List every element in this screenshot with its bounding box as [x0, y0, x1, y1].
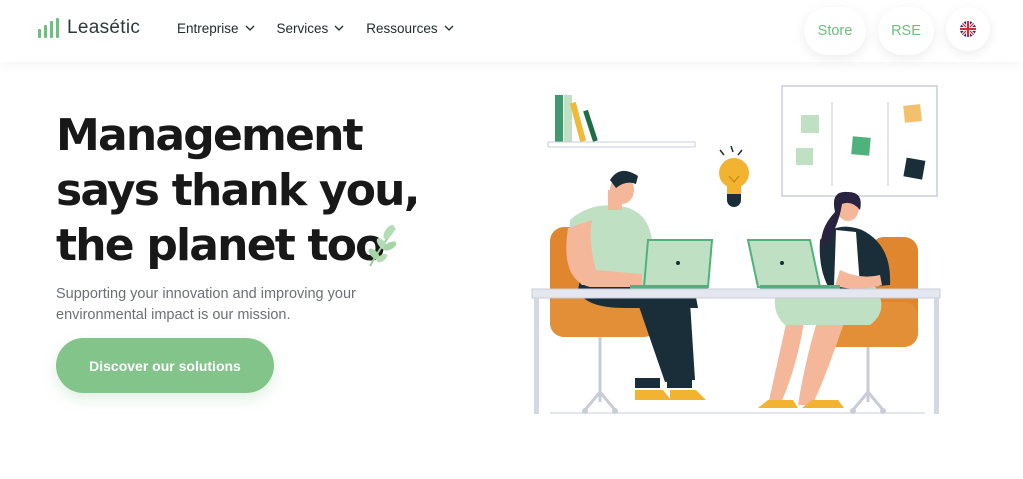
leaf-icon	[368, 225, 397, 267]
nav-item-label: Services	[276, 21, 329, 36]
nav-item-label: Ressources	[366, 21, 438, 36]
bookshelf-icon	[547, 95, 696, 148]
nav-item-label: Entreprise	[177, 21, 239, 36]
nav-item-entreprise[interactable]: Entreprise	[177, 21, 255, 36]
lightbulb-icon	[719, 145, 749, 207]
whiteboard-icon	[781, 85, 938, 197]
nav-item-services[interactable]: Services	[277, 21, 345, 36]
brand-name: Leasétic	[67, 17, 141, 38]
chevron-down-icon	[245, 25, 254, 31]
woman-figure-icon	[758, 191, 891, 408]
nav-item-ressources[interactable]: Ressources	[366, 21, 454, 36]
chevron-down-icon	[444, 25, 454, 31]
main-nav: Entreprise Services Ressources	[177, 21, 454, 36]
discover-solutions-button[interactable]: Discover our solutions	[56, 338, 274, 393]
hero-subtitle: Supporting your innovation and improving…	[56, 286, 356, 323]
uk-flag-icon	[960, 21, 976, 37]
store-button[interactable]: Store	[804, 7, 866, 55]
brand-logo[interactable]: Leasétic	[38, 17, 140, 39]
chevron-down-icon	[334, 25, 344, 31]
language-button[interactable]	[946, 7, 990, 51]
rse-button[interactable]: RSE	[878, 7, 934, 55]
hero-title-line: Management	[56, 110, 364, 161]
site-header: Leasétic Entreprise Services Ressources …	[0, 0, 1023, 62]
hero-title-line: says thank you,	[56, 165, 420, 216]
office-illustration	[531, 85, 941, 414]
bars-logo-icon	[38, 18, 59, 38]
